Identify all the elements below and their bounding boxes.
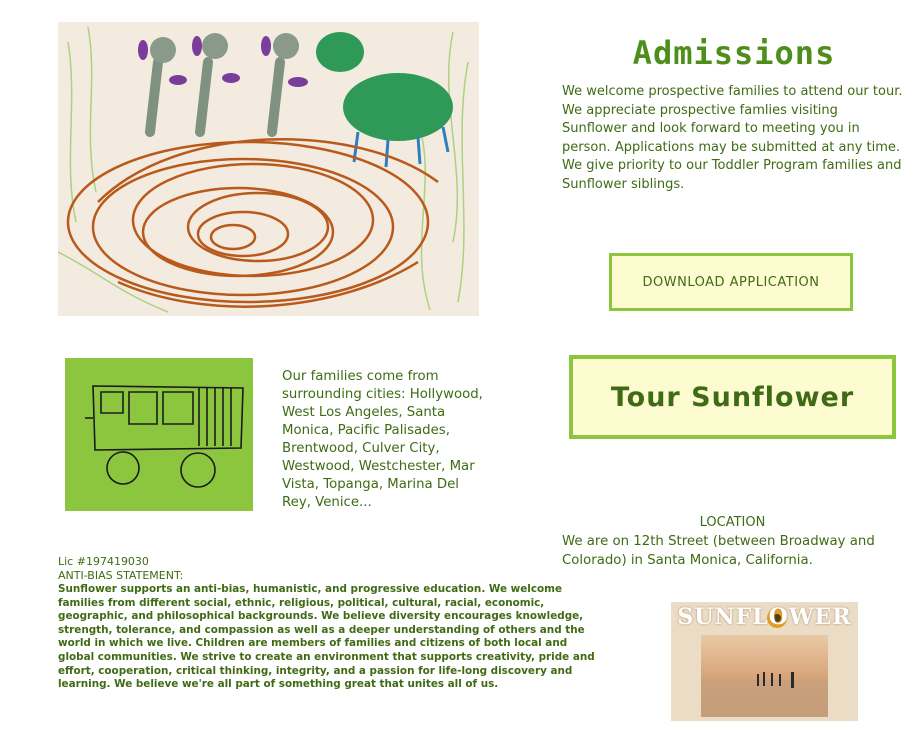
location-text: We are on 12th Street (between Broadway … [562, 534, 875, 568]
antibias-heading: ANTI-BIAS STATEMENT: [58, 569, 184, 582]
admissions-title: Admissions [632, 34, 836, 72]
location-heading: LOCATION [699, 515, 766, 530]
sunflower-beach-photo[interactable]: SUNFLOWER [671, 602, 858, 721]
admissions-text: We welcome prospective families to atten… [562, 84, 903, 192]
download-application-button[interactable]: DOWNLOAD APPLICATION [609, 253, 853, 311]
childrens-drawing-bus [65, 358, 253, 511]
tour-sunflower-button[interactable]: Tour Sunflower [569, 355, 896, 439]
download-application-label: DOWNLOAD APPLICATION [642, 274, 820, 290]
sunflower-logo-text: SUNFLOWER [677, 604, 852, 630]
antibias-statement: Sunflower supports an anti-bias, humanis… [58, 583, 595, 691]
childrens-drawing-top [58, 22, 479, 316]
tour-sunflower-label: Tour Sunflower [610, 381, 855, 413]
families-cities-text: Our families come from surrounding citie… [282, 369, 483, 510]
license-number: Lic #197419030 [58, 555, 149, 568]
